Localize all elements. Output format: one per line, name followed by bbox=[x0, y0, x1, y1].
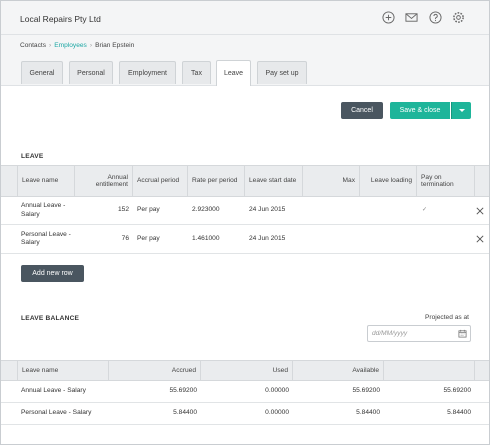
leave-start-date-cell[interactable]: 24 Jun 2015 bbox=[245, 197, 303, 224]
leave-start-date-cell[interactable]: 24 Jun 2015 bbox=[245, 225, 303, 253]
accrual-period-cell[interactable]: Per pay bbox=[133, 225, 188, 253]
col-accrual-period: Accrual period bbox=[133, 166, 188, 196]
breadcrumb-contacts[interactable]: Contacts bbox=[20, 42, 46, 49]
projected-cell: 55.69200 bbox=[443, 387, 471, 395]
breadcrumb-separator: › bbox=[89, 42, 93, 49]
leave-loading-cell[interactable] bbox=[360, 197, 417, 224]
annual-entitlement-cell[interactable]: 152 bbox=[75, 197, 133, 224]
tab-leave[interactable]: Leave bbox=[216, 60, 251, 86]
add-new-row-button[interactable]: Add new row bbox=[21, 265, 84, 282]
col-available: Available bbox=[293, 361, 384, 380]
projected-date-field[interactable] bbox=[367, 325, 471, 342]
col-projected bbox=[384, 361, 475, 380]
save-close-button[interactable]: Save & close bbox=[390, 102, 450, 119]
breadcrumb-employees[interactable]: Employees bbox=[54, 42, 87, 49]
rate-per-period-cell[interactable]: 2.923000 bbox=[188, 197, 245, 224]
leave-balance-section-title: LEAVE BALANCE bbox=[21, 315, 80, 322]
balance-table-header: Leave name Accrued Used Available bbox=[1, 360, 489, 381]
table-row: Annual Leave - Salary 55.69200 0.00000 5… bbox=[1, 381, 489, 403]
projected-date-input[interactable] bbox=[368, 326, 453, 341]
balance-leave-name-cell: Personal Leave - Salary bbox=[21, 409, 92, 417]
mail-icon[interactable] bbox=[405, 11, 418, 24]
tab-personal[interactable]: Personal bbox=[69, 61, 113, 84]
col-rate-per-period: Rate per period bbox=[188, 166, 245, 196]
leave-name-cell[interactable]: Annual Leave - Salary bbox=[17, 197, 75, 224]
help-icon[interactable] bbox=[429, 11, 442, 24]
gear-icon[interactable] bbox=[452, 11, 465, 24]
projected-as-at-label: Projected as at bbox=[425, 314, 469, 321]
delete-row-icon[interactable] bbox=[475, 206, 485, 216]
col-annual-entitlement: Annual entitlement bbox=[75, 166, 133, 196]
leave-loading-cell[interactable] bbox=[360, 225, 417, 253]
col-leave-loading: Leave loading bbox=[360, 166, 417, 196]
tab-tax[interactable]: Tax bbox=[182, 61, 211, 84]
annual-entitlement-cell[interactable]: 76 bbox=[75, 225, 133, 253]
col-balance-leave-name: Leave name bbox=[17, 361, 109, 380]
used-cell: 0.00000 bbox=[265, 409, 289, 417]
plus-circle-icon[interactable] bbox=[382, 11, 395, 24]
tab-pay-set-up[interactable]: Pay set up bbox=[257, 61, 307, 84]
available-cell: 55.69200 bbox=[352, 387, 380, 395]
available-cell: 5.84400 bbox=[356, 409, 380, 417]
col-leave-name: Leave name bbox=[17, 166, 75, 196]
col-pay-on-termination: Pay on termination bbox=[417, 166, 475, 196]
col-max: Max bbox=[303, 166, 360, 196]
leave-name-cell[interactable]: Personal Leave - Salary bbox=[17, 225, 75, 253]
accrued-cell: 55.69200 bbox=[169, 387, 197, 395]
checkmark-icon[interactable]: ✓ bbox=[422, 206, 427, 215]
rate-per-period-cell[interactable]: 1.461000 bbox=[188, 225, 245, 253]
sub-header: Contacts › Employees › Brian Epstein General… bbox=[1, 35, 489, 86]
accrued-cell: 5.84400 bbox=[173, 409, 197, 417]
col-leave-start-date: Leave start date bbox=[245, 166, 303, 196]
delete-row-icon[interactable] bbox=[475, 234, 485, 244]
leave-table-header: Leave name Annual entitlement Accrual pe… bbox=[1, 165, 489, 197]
max-cell[interactable] bbox=[303, 225, 360, 253]
table-row[interactable]: Personal Leave - Salary 76 Per pay 1.461… bbox=[1, 225, 489, 254]
balance-leave-name-cell: Annual Leave - Salary bbox=[21, 387, 86, 395]
tab-employment[interactable]: Employment bbox=[119, 61, 176, 84]
col-used: Used bbox=[201, 361, 293, 380]
page: Local Repairs Pty Ltd Contacts › Employees… bbox=[0, 0, 490, 445]
pay-on-termination-cell[interactable]: ✓ bbox=[417, 197, 475, 224]
projected-cell: 5.84400 bbox=[447, 409, 471, 417]
used-cell: 0.00000 bbox=[265, 387, 289, 395]
table-row: Personal Leave - Salary 5.84400 0.00000 … bbox=[1, 403, 489, 425]
table-row[interactable]: Annual Leave - Salary 152 Per pay 2.9230… bbox=[1, 197, 489, 225]
breadcrumb-employee-name: Brian Epstein bbox=[95, 42, 135, 49]
accrual-period-cell[interactable]: Per pay bbox=[133, 197, 188, 224]
calendar-icon[interactable] bbox=[458, 329, 467, 338]
tab-general[interactable]: General bbox=[21, 61, 63, 84]
cancel-button[interactable]: Cancel bbox=[341, 102, 383, 119]
pay-on-termination-cell[interactable] bbox=[417, 225, 475, 253]
top-bar: Local Repairs Pty Ltd bbox=[1, 1, 489, 35]
leave-section-title: LEAVE bbox=[21, 153, 44, 160]
max-cell[interactable] bbox=[303, 197, 360, 224]
breadcrumb: Contacts › Employees › Brian Epstein bbox=[20, 42, 134, 49]
save-options-dropdown[interactable] bbox=[451, 102, 471, 119]
chevron-down-icon bbox=[458, 109, 465, 112]
breadcrumb-separator: › bbox=[49, 42, 52, 49]
org-name[interactable]: Local Repairs Pty Ltd bbox=[20, 14, 101, 24]
col-accrued: Accrued bbox=[109, 361, 201, 380]
